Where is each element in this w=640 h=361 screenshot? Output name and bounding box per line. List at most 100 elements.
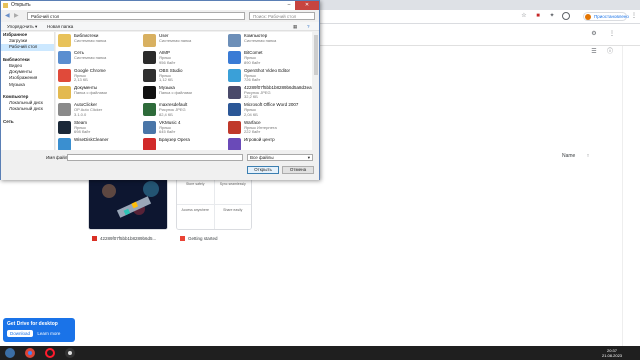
file-item[interactable]: Steam Ярлык 698 байт (56, 119, 140, 136)
file-list-scrollbar[interactable] (313, 32, 319, 150)
scrollbar-thumb[interactable] (314, 35, 318, 75)
file-item[interactable]: VKMusic 4 Ярлык 645 байт (141, 119, 225, 136)
extension-icon[interactable]: ✦ (548, 12, 556, 20)
profile-icon[interactable] (562, 12, 570, 20)
file-icon (58, 137, 71, 150)
preview-panel: Access anywhere (177, 204, 214, 229)
preview-panel: Share easily (214, 204, 251, 229)
file-item[interactable]: Игровой центр (226, 136, 310, 150)
file-item[interactable]: OpenShot Video Editor Ярлык 726 байт (226, 67, 310, 84)
download-button[interactable]: Download (7, 330, 34, 337)
star-icon[interactable]: ☆ (520, 12, 528, 20)
file-item-name: Игровой центр (244, 136, 275, 142)
file-item[interactable]: AutoClicker OP Auto Clicker 3.1.0.0 (56, 101, 140, 118)
shield-icon[interactable]: ■ (534, 12, 542, 20)
file-item[interactable]: Microsoft Office Word 2007 Ярлык 2,04 КБ (226, 101, 310, 118)
file-item-size: 698 байт (74, 129, 91, 134)
file-item[interactable]: BitComet Ярлык 890 байт (226, 49, 310, 66)
file-type-select[interactable]: Все файлы ▾ (247, 154, 313, 161)
view-options-icon[interactable]: ▦ (293, 22, 297, 31)
file-item[interactable]: Сеть Системная папка (56, 49, 140, 66)
menu-icon[interactable]: ⋮ (630, 12, 638, 20)
opera-taskbar-icon[interactable] (44, 347, 58, 359)
file-icon (58, 51, 71, 65)
file-item[interactable]: Google Chrome Ярлык 2,13 КБ (56, 67, 140, 84)
file-item[interactable]: 42289f07f5bb1b8289b6d5a8d3eafe24Рисунок … (226, 84, 312, 101)
profile-status-chip[interactable]: Приостановлено (583, 12, 629, 21)
file-item[interactable]: Компьютер Системная папка (226, 32, 310, 49)
close-icon[interactable]: ✕ (295, 1, 319, 10)
file-item-type: Системная папка (74, 55, 107, 61)
back-arrow-icon[interactable]: ◀ (5, 12, 10, 19)
file-item[interactable]: OBS Studio Ярлык 1,12 КБ (141, 67, 225, 84)
pdf-file-icon (180, 236, 185, 242)
file-item[interactable]: Warface Ярлык Интернета 222 байт (226, 119, 310, 136)
file-icon (143, 34, 156, 47)
minimize-icon[interactable]: – (283, 1, 295, 10)
sort-label: Name (562, 153, 576, 159)
file-item-type: Папка с файлами (159, 89, 192, 95)
file-icon (228, 85, 241, 99)
file-icon (143, 120, 156, 134)
organize-button[interactable]: Упорядочить ▾ (7, 22, 37, 31)
sort-arrow-icon[interactable]: ↑ (587, 153, 590, 159)
file-item-name: Браузер Opera (159, 136, 190, 142)
obs-taskbar-icon[interactable] (64, 347, 78, 359)
file-item[interactable]: Документы Папка с файлами (56, 84, 140, 101)
search-input[interactable]: Поиск: Рабочий стол (249, 12, 315, 20)
forward-arrow-icon[interactable]: ▶ (14, 12, 19, 19)
side-panel (622, 46, 640, 346)
open-button[interactable]: Открыть (247, 166, 279, 174)
image-file-icon (92, 236, 97, 242)
windows-start-icon[interactable] (4, 347, 18, 359)
file-item-type: Системная папка (159, 38, 192, 43)
file-item[interactable]: Музыка Папка с файлами (141, 84, 225, 101)
file-item-size: 2,13 КБ (74, 77, 88, 83)
file-item-size: 32,2 КБ (244, 94, 258, 100)
file-item-type: Системная папка (74, 38, 107, 43)
preview-panel: Store safely (177, 179, 214, 204)
address-row: ◀ ▶ Рабочий стол Поиск: Рабочий стол (3, 11, 318, 21)
filename-input[interactable] (67, 154, 243, 161)
promo-title: Get Drive for desktop (7, 321, 58, 327)
file-item-size: 645 байт (159, 129, 176, 134)
avatar (585, 14, 591, 20)
cancel-button[interactable]: Отмена (282, 166, 314, 174)
file-icon (143, 51, 156, 65)
apps-grid-icon[interactable]: ⋮ (608, 30, 616, 38)
file-type-value: Все файлы (250, 155, 274, 160)
file-item-name: WiseDiskCleaner (74, 136, 109, 142)
info-icon[interactable]: ⓘ (606, 48, 614, 56)
help-icon[interactable]: ? (307, 22, 310, 31)
drive-desktop-promo: Get Drive for desktop Download Learn mor… (3, 318, 75, 342)
file-card-2-footer[interactable]: Getting started (180, 234, 218, 243)
file-item-size: 956 байт (159, 59, 176, 65)
file-item[interactable]: maxresdefault Рисунок JPEG 82,4 КБ (141, 101, 225, 118)
file-name: Getting started (188, 236, 218, 241)
profile-status-label: Приостановлено (594, 14, 629, 19)
image-thumbnail (89, 179, 167, 229)
file-item[interactable]: AIMP Ярлык 956 байт (141, 49, 225, 66)
file-card-image-preview[interactable] (88, 178, 168, 230)
clock-date: 21.08.2023 (602, 353, 623, 358)
settings-icon[interactable]: ⚙ (590, 30, 598, 38)
sort-by-name[interactable]: Name ↑ (562, 153, 589, 159)
file-card-1-footer[interactable]: 42289f07f5bb1b8289b6d5... (92, 234, 156, 243)
file-item[interactable]: Браузер Opera (141, 136, 225, 150)
clock[interactable]: 20:37 21.08.2023 (602, 348, 622, 358)
file-card-pdf-preview[interactable]: Store safely Sync seamlessly Access anyw… (176, 178, 252, 230)
learn-more-link[interactable]: Learn more (34, 330, 63, 337)
search-placeholder: Поиск: Рабочий стол (253, 14, 297, 19)
chevron-down-icon: ▾ (307, 155, 310, 160)
dialog-title-bar[interactable]: Открыть – ✕ (1, 1, 319, 10)
file-icon (228, 51, 241, 65)
nav-item[interactable]: Сеть (1, 119, 54, 125)
file-item[interactable]: User Системная папка (141, 32, 225, 49)
list-view-icon[interactable]: ☰ (590, 48, 598, 56)
file-item[interactable]: WiseDiskCleaner (56, 136, 140, 150)
new-folder-button[interactable]: Новая папка (47, 22, 73, 31)
file-item-size: 3.1.0.0 (74, 111, 87, 117)
file-item[interactable]: Библиотеки Системная папка (56, 32, 140, 49)
chrome-taskbar-icon[interactable] (24, 347, 38, 359)
path-field[interactable]: Рабочий стол (27, 12, 245, 20)
